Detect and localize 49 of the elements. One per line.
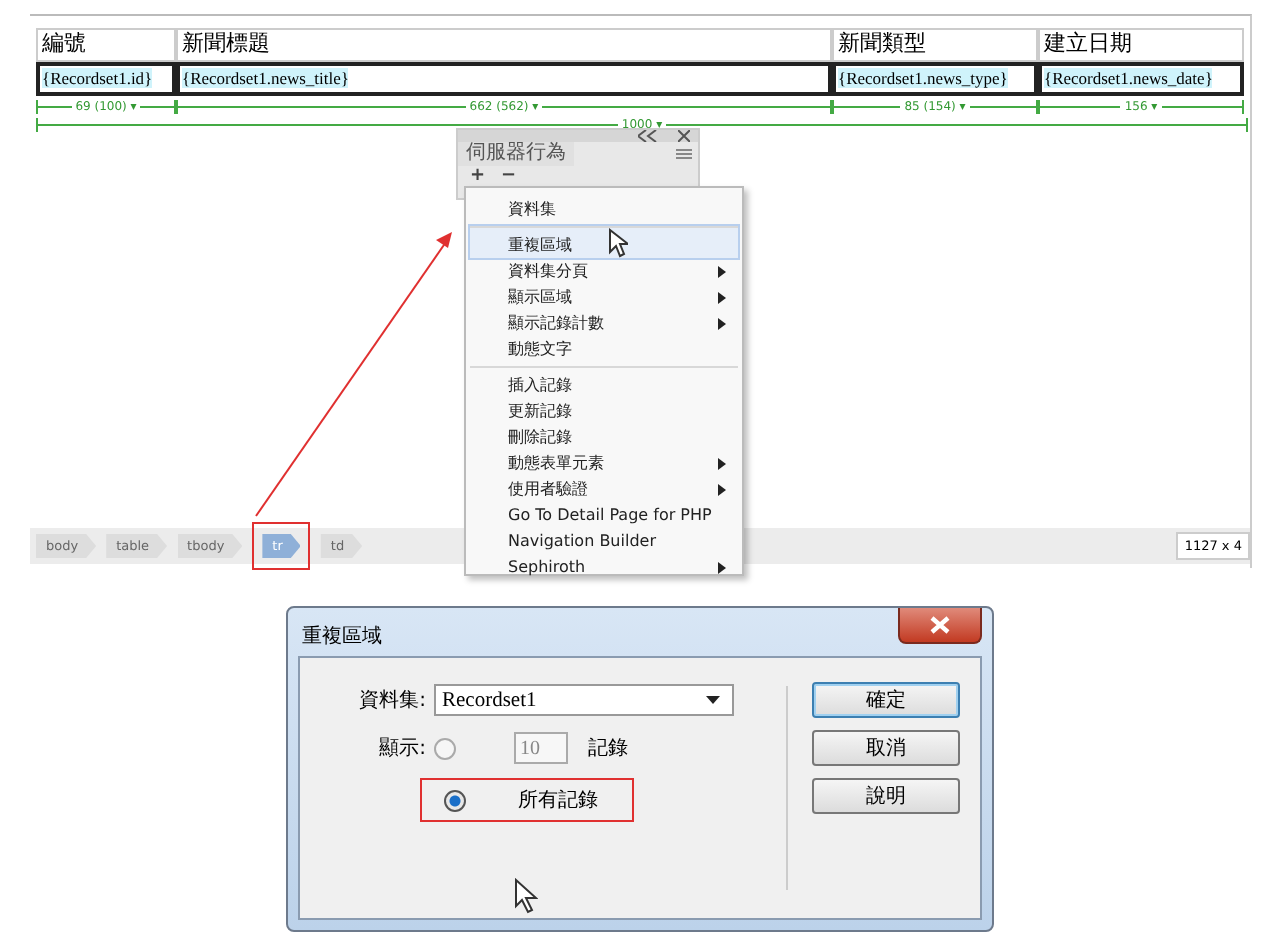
- menu-item[interactable]: Sephiroth: [470, 554, 738, 580]
- field-label: 資料集:: [357, 687, 426, 714]
- menu-item[interactable]: 顯示記錄計數: [470, 310, 738, 336]
- submenu-arrow-icon: [718, 291, 726, 303]
- radio-label: 所有記錄: [518, 787, 598, 814]
- menu-item[interactable]: 資料集分頁: [470, 258, 738, 284]
- column-header: 新聞標題: [176, 28, 832, 62]
- menu-item[interactable]: 資料集: [470, 196, 738, 222]
- menu-item[interactable]: Go To Detail Page for PHP: [470, 502, 738, 528]
- menu-item[interactable]: 重複區域: [470, 226, 738, 258]
- dialog-button[interactable]: 說明: [812, 778, 960, 814]
- dialog-button[interactable]: 確定: [812, 682, 960, 718]
- dialog-title: 重複區域: [302, 623, 382, 650]
- cursor-icon: [608, 228, 628, 258]
- radio-button[interactable]: [434, 737, 456, 759]
- dynamic-text: {Recordset1.id}: [42, 68, 153, 88]
- menu-item[interactable]: 插入記錄: [470, 366, 738, 398]
- submenu-arrow-icon: [718, 483, 726, 495]
- menu-item[interactable]: 動態表單元素: [470, 450, 738, 476]
- cursor-icon: [514, 878, 538, 914]
- submenu-arrow-icon: [718, 265, 726, 277]
- close-icon[interactable]: [678, 130, 690, 142]
- menu-item[interactable]: Navigation Builder: [470, 528, 738, 554]
- column-header: 建立日期: [1038, 28, 1244, 62]
- submenu-arrow-icon: [718, 317, 726, 329]
- column-header: 編號: [36, 28, 176, 62]
- column-header: 新聞類型: [832, 28, 1038, 62]
- dynamic-text: {Recordset1.news_type}: [838, 68, 1008, 88]
- dropdown-arrow-icon: [706, 696, 720, 704]
- recordset-dropdown[interactable]: Recordset1: [434, 684, 734, 716]
- close-icon: [930, 616, 950, 634]
- dynamic-text: {Recordset1.news_date}: [1044, 68, 1213, 88]
- radio-button[interactable]: [444, 789, 466, 811]
- panel-tab[interactable]: 伺服器行為: [458, 142, 574, 166]
- menu-icon[interactable]: [676, 148, 692, 160]
- menu-item[interactable]: 刪除記錄: [470, 424, 738, 450]
- field-label: 顯示:: [377, 735, 426, 762]
- menu-item[interactable]: 更新記錄: [470, 398, 738, 424]
- dialog-button[interactable]: 取消: [812, 730, 960, 766]
- close-button[interactable]: [898, 608, 982, 644]
- menu-item[interactable]: 使用者驗證: [470, 476, 738, 502]
- submenu-arrow-icon: [718, 457, 726, 469]
- field-suffix: 記錄: [588, 735, 628, 762]
- menu-item[interactable]: 顯示區域: [470, 284, 738, 310]
- remove-button[interactable]: −: [497, 166, 521, 186]
- submenu-arrow-icon: [718, 561, 726, 573]
- menu-item[interactable]: 動態文字: [470, 336, 738, 362]
- dynamic-text: {Recordset1.news_title}: [182, 68, 349, 88]
- add-button[interactable]: +: [466, 166, 490, 186]
